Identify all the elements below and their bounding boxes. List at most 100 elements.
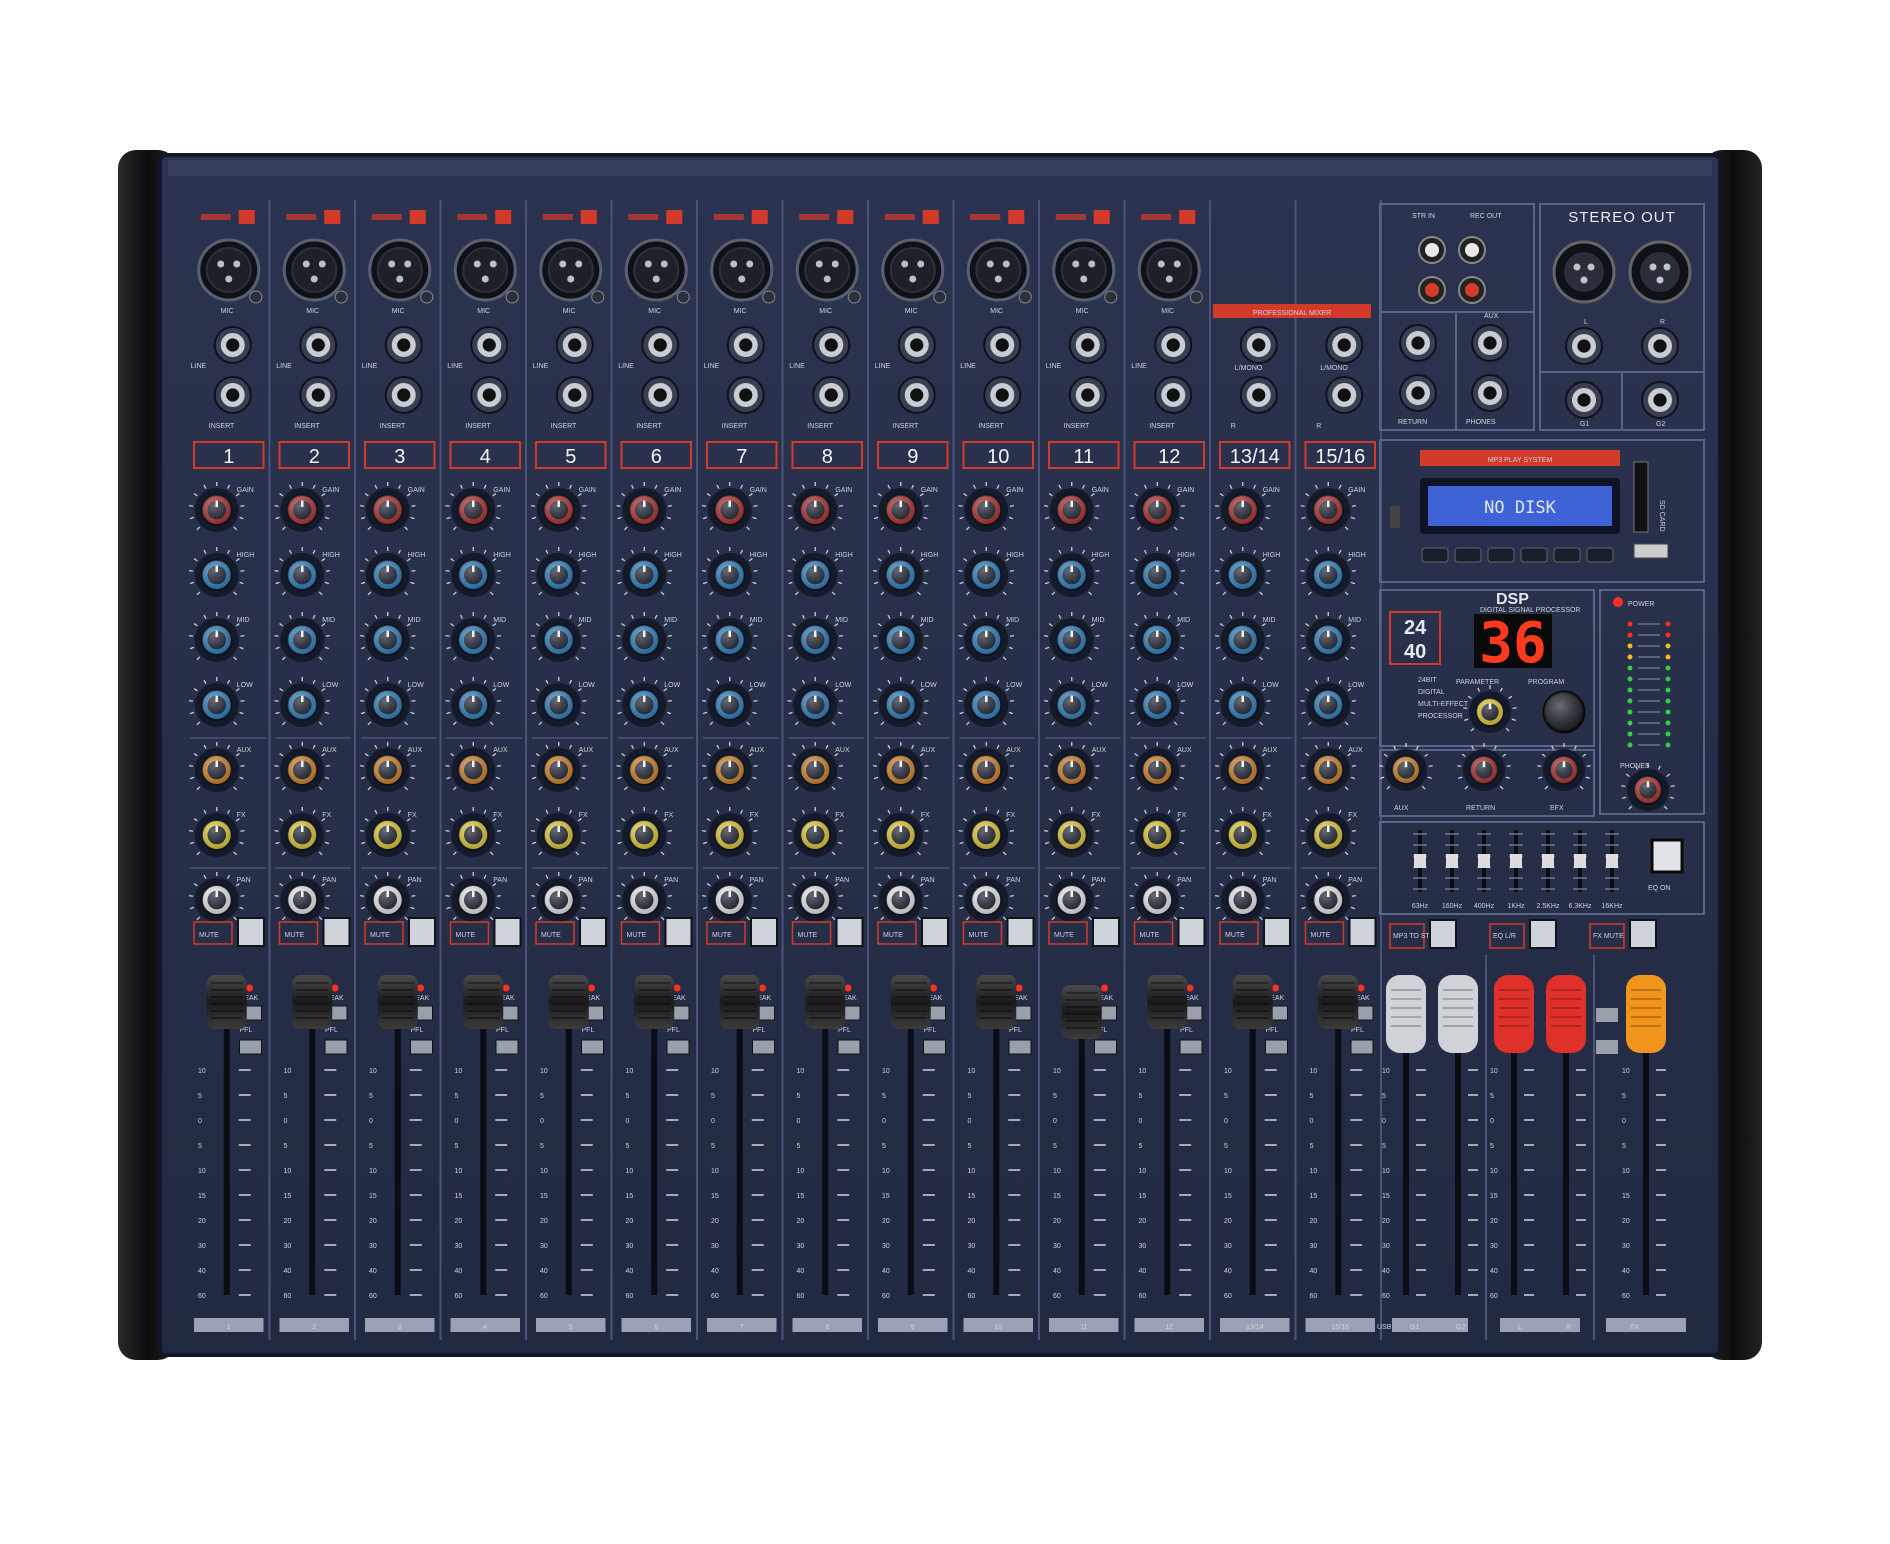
mp3-transport-button[interactable] [1421, 547, 1449, 563]
pad-switch[interactable] [751, 210, 768, 224]
bottom-label: 15/16 [1331, 1324, 1349, 1331]
mute-button[interactable] [1263, 917, 1291, 947]
pan-knob-tick [274, 894, 279, 897]
mute-button[interactable] [921, 917, 949, 947]
xlr-input-release[interactable] [334, 290, 348, 304]
mp3-switch[interactable] [1390, 506, 1400, 528]
xlr-input-release[interactable] [249, 290, 263, 304]
mute-button[interactable] [579, 917, 607, 947]
scale-mark: 15 [540, 1193, 548, 1200]
eq-slider-1KHz[interactable] [1510, 854, 1522, 868]
insert-jack-hole [1081, 388, 1095, 402]
line-input-hole [739, 338, 753, 352]
mp3-transport-button[interactable] [1586, 547, 1614, 563]
eq-slider-160Hz[interactable] [1446, 854, 1458, 868]
mute-button[interactable] [835, 917, 864, 947]
pad-switch[interactable] [837, 210, 854, 224]
bottom-label: 2 [312, 1324, 316, 1331]
group-button[interactable] [1008, 1039, 1032, 1055]
assign-button[interactable] [1629, 919, 1657, 949]
xlr-input-release[interactable] [933, 290, 947, 304]
eq-slider-2.5KHz[interactable] [1542, 854, 1554, 868]
pad-switch[interactable] [1008, 210, 1025, 224]
xlr-input-release[interactable] [1189, 290, 1203, 304]
mute-button[interactable] [1006, 917, 1035, 947]
xlr-input-release[interactable] [762, 290, 776, 304]
group-button[interactable] [495, 1039, 519, 1055]
xlr-input-release[interactable] [1104, 290, 1118, 304]
xlr-input-release[interactable] [847, 290, 861, 304]
pad-switch[interactable] [666, 210, 683, 224]
eq-slider-400Hz[interactable] [1478, 854, 1490, 868]
pad-switch[interactable] [238, 210, 255, 224]
master-fader-g1[interactable] [1386, 975, 1426, 1053]
insert-jack-hole [1166, 388, 1180, 402]
group-button[interactable] [1094, 1039, 1117, 1055]
mute-button[interactable] [493, 917, 522, 947]
group-button[interactable] [1179, 1039, 1203, 1055]
channel-fader-slot [1335, 995, 1342, 1295]
assign-button[interactable] [1529, 919, 1557, 949]
master-fader-g2[interactable] [1438, 975, 1478, 1053]
pad-switch[interactable] [580, 210, 597, 224]
xlr-input-release[interactable] [505, 290, 519, 304]
usb-port[interactable] [1633, 543, 1669, 559]
eq-slider-6.3KHz[interactable] [1574, 854, 1586, 868]
mute-button[interactable] [1348, 917, 1377, 947]
efx-knob-tick [1586, 765, 1591, 768]
pan-label: PAN [579, 877, 593, 884]
master-fader-r[interactable] [1546, 975, 1586, 1053]
group-button[interactable] [666, 1039, 690, 1055]
group-button[interactable] [324, 1039, 348, 1055]
mp3-transport-button[interactable] [1454, 547, 1482, 563]
mute-button[interactable] [1092, 917, 1120, 947]
aux-label: AUX [579, 747, 594, 754]
insert-label: INSERT [636, 423, 662, 430]
sd-card-slot[interactable] [1633, 461, 1649, 533]
mute-button[interactable] [750, 917, 778, 947]
master-scale-mark: 5 [1490, 1093, 1494, 1100]
mute-button[interactable] [322, 917, 351, 947]
mute-button[interactable] [664, 917, 693, 947]
scale-mark: 5 [284, 1093, 288, 1100]
group-button[interactable] [1350, 1039, 1374, 1055]
group-button[interactable] [923, 1039, 946, 1055]
mp3-transport-button[interactable] [1487, 547, 1515, 563]
mute-button[interactable] [1177, 917, 1206, 947]
pad-switch[interactable] [324, 210, 341, 224]
xlr-input-release[interactable] [591, 290, 605, 304]
master-scale-mark: 40 [1490, 1268, 1498, 1275]
master-fader-fx[interactable] [1626, 975, 1666, 1053]
pad-switch[interactable] [409, 210, 426, 224]
group-button[interactable] [581, 1039, 604, 1055]
group-button[interactable] [752, 1039, 775, 1055]
group-button[interactable] [410, 1039, 433, 1055]
mp3-transport-button[interactable] [1553, 547, 1581, 563]
group-button[interactable] [1265, 1039, 1288, 1055]
aux-knob-tick [1214, 764, 1220, 767]
xlr-input-release[interactable] [676, 290, 690, 304]
pad-switch[interactable] [495, 210, 512, 224]
eq-on-button[interactable] [1650, 838, 1684, 874]
mute-button[interactable] [408, 917, 436, 947]
fx-aux-button[interactable] [1596, 1040, 1618, 1054]
master-fader-l[interactable] [1494, 975, 1534, 1053]
pad-switch[interactable] [922, 210, 939, 224]
assign-button[interactable] [1429, 919, 1457, 949]
group-button[interactable] [239, 1039, 262, 1055]
xlr-input-release[interactable] [420, 290, 434, 304]
pad-switch[interactable] [1093, 210, 1110, 224]
mic-label: MIC [648, 308, 661, 315]
line-left-input-hole [1337, 338, 1351, 352]
group-button[interactable] [837, 1039, 861, 1055]
aux-jack-label: AUX [1484, 313, 1499, 320]
low-label: LOW [408, 682, 424, 689]
eq-slider-63Hz[interactable] [1414, 854, 1426, 868]
mute-button[interactable] [237, 917, 265, 947]
eq-slider-16KHz[interactable] [1606, 854, 1618, 868]
fx-pfl-button[interactable] [1596, 1008, 1618, 1022]
pad-switch[interactable] [1179, 210, 1196, 224]
xlr-input-release[interactable] [1018, 290, 1032, 304]
scale-mark: 5 [284, 1143, 288, 1150]
mp3-transport-button[interactable] [1520, 547, 1548, 563]
